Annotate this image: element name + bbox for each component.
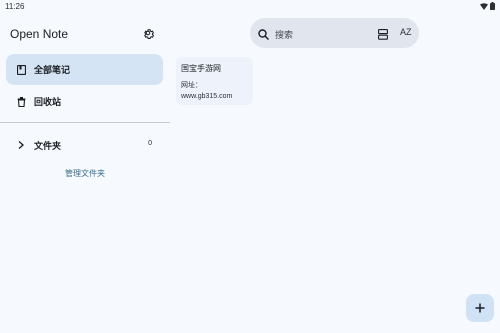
note-book-icon — [16, 64, 26, 75]
trash-icon — [16, 96, 26, 107]
sidebar-divider — [0, 122, 170, 123]
view-list-icon — [378, 29, 388, 40]
folders-count: 0 — [148, 140, 152, 147]
status-time: 11:26 — [5, 2, 25, 11]
layout-toggle-button[interactable] — [378, 27, 388, 45]
sidebar-item-label: 全部笔记 — [34, 65, 71, 75]
settings-button[interactable] — [141, 26, 155, 40]
app-title: Open Note — [10, 27, 69, 41]
sidebar: Open Note 全部笔记 回收站 文件夹 0 管理文件夹 — [0, 14, 170, 333]
plus-icon — [475, 303, 485, 313]
sidebar-item-label: 回收站 — [34, 97, 62, 107]
search-placeholder: 搜索 — [275, 30, 294, 40]
gear-icon — [144, 29, 154, 39]
note-card[interactable]: 国宝手游网 网址： www.gb315.com — [176, 57, 253, 105]
wifi-icon — [480, 2, 488, 10]
note-title: 国宝手游网 — [181, 64, 221, 73]
status-bar: 11:26 — [0, 0, 500, 14]
sort-button[interactable]: AZ — [400, 27, 412, 37]
add-note-button[interactable] — [466, 294, 494, 322]
search-bar[interactable]: 搜索 AZ — [250, 18, 419, 48]
status-icons — [480, 2, 495, 10]
manage-folders-link[interactable]: 管理文件夹 — [0, 168, 170, 179]
folders-label: 文件夹 — [34, 140, 62, 151]
search-icon — [258, 27, 270, 45]
note-body-line: 网址： — [181, 82, 202, 89]
chevron-right-icon — [16, 140, 26, 150]
folders-toggle[interactable]: 文件夹 0 — [6, 134, 163, 156]
sidebar-item-trash[interactable]: 回收站 — [6, 86, 163, 117]
battery-icon — [490, 2, 495, 10]
sidebar-item-all-notes[interactable]: 全部笔记 — [6, 54, 163, 85]
note-body: 网址： www.gb315.com — [181, 80, 248, 102]
note-body-line: www.gb315.com — [181, 93, 233, 100]
